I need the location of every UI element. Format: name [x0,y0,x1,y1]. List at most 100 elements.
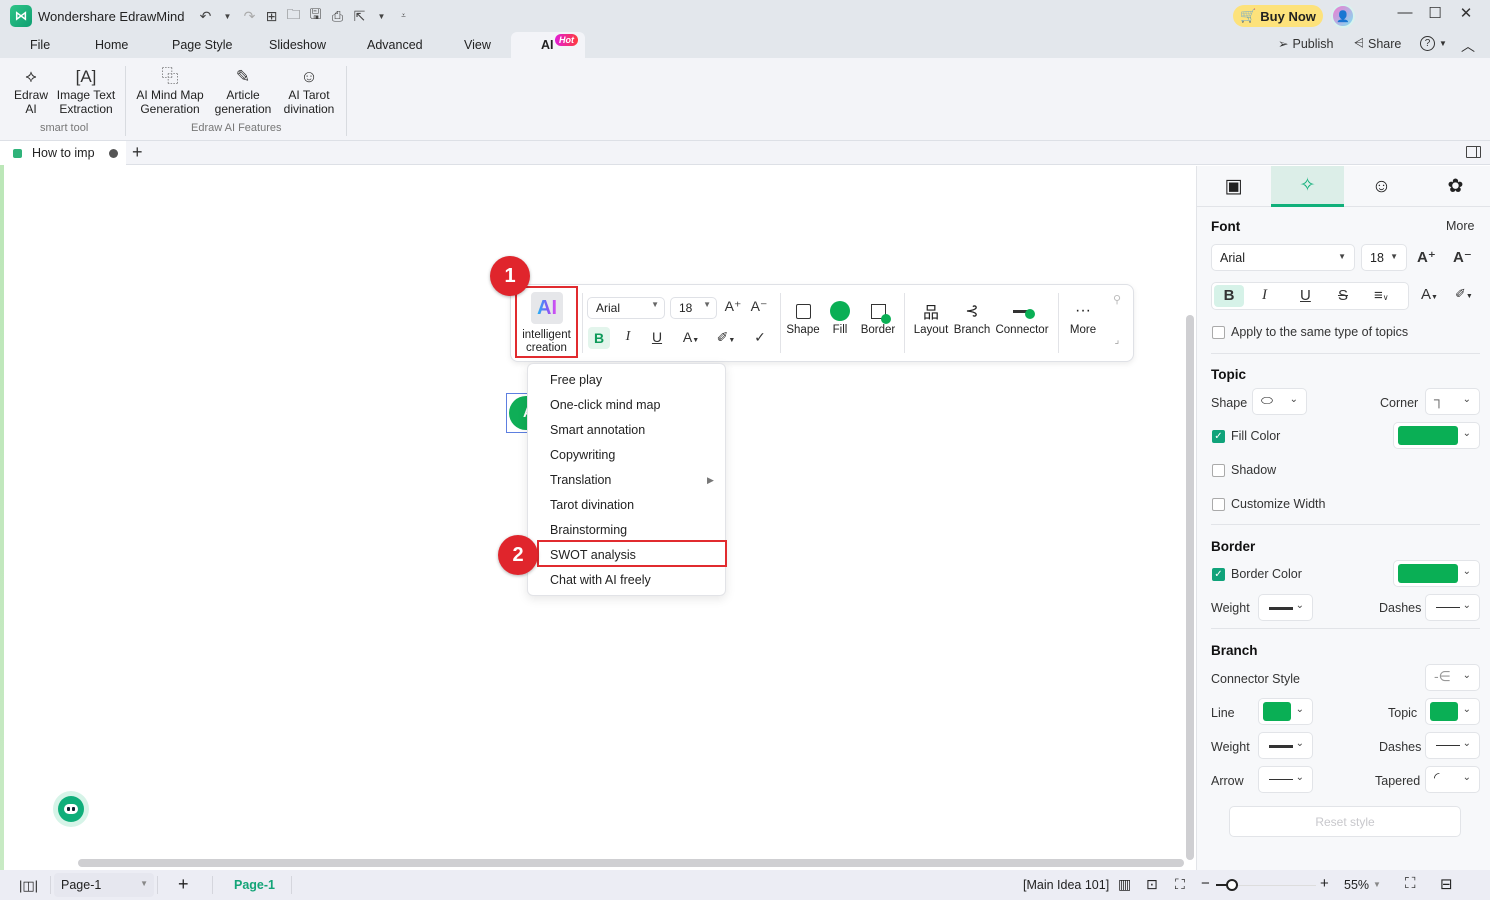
zoom-in-button[interactable]: + [1320,875,1329,892]
menu-item-brainstorming[interactable]: Brainstorming [550,523,627,537]
reset-style-button[interactable]: Reset style [1229,806,1461,837]
new-icon[interactable]: ⊞ [264,8,278,25]
menu-item-translation[interactable]: Translation [550,473,611,487]
fit-width-icon[interactable]: ⊟ [1440,875,1453,893]
minimize-button[interactable]: — [1390,4,1420,21]
ai-mind-map-generation-button[interactable]: ⿻ AI Mind Map Generation [133,66,207,116]
italic-button[interactable]: I [618,329,638,345]
format-painter-icon[interactable]: ✓ [750,329,770,346]
collapse-ribbon-icon[interactable]: ︿ [1461,36,1475,56]
edraw-ai-button[interactable]: ⟡ Edraw AI [13,66,49,116]
panel-font-family-select[interactable]: Arial ▼ [1211,244,1355,271]
panel-font-size-select[interactable]: 18 ▼ [1361,244,1407,271]
vertical-scrollbar[interactable] [1186,315,1194,860]
panel-italic-button[interactable]: I [1262,287,1267,304]
topic-corner-select[interactable]: ┐ ⌄ [1425,388,1480,415]
branch-dashes-select[interactable]: ⌄ [1425,732,1480,759]
tapered-select[interactable]: ◜ ⌄ [1425,766,1480,793]
ai-tarot-divination-button[interactable]: ☺ AI Tarot divination [280,66,338,116]
border-color-checkbox[interactable]: ✓ [1212,568,1225,581]
fit-screen-icon[interactable]: ⛶ [1175,876,1185,893]
topic-color-picker[interactable]: ⌄ [1425,698,1480,725]
add-tab-button[interactable]: + [132,142,143,163]
collapse-toolbar-icon[interactable]: ⌟ [1107,335,1127,346]
panel-align-button[interactable]: ≡∨ [1374,287,1389,304]
shadow-checkbox[interactable] [1212,464,1225,477]
font-family-select[interactable]: Arial ▼ [587,297,665,319]
menu-item-copywriting[interactable]: Copywriting [550,448,615,462]
panel-strikethrough-button[interactable]: S [1338,287,1348,304]
article-generation-button[interactable]: ✎ Article generation [213,66,273,116]
fill-color-checkbox[interactable]: ✓ [1212,430,1225,443]
font-size-select[interactable]: 18 ▼ [670,297,717,319]
bold-button[interactable]: B [588,327,610,349]
save-icon[interactable]: 🖫 [308,4,322,28]
zoom-out-button[interactable]: − [1201,875,1210,892]
panel-decrease-font-icon[interactable]: A⁻ [1453,248,1472,266]
menu-advanced[interactable]: Advanced [367,38,423,52]
line-color-picker[interactable]: ⌄ [1258,698,1313,725]
panel-increase-font-icon[interactable]: A⁺ [1417,248,1436,266]
horizontal-scrollbar[interactable] [78,859,1184,867]
page-select[interactable]: Page-1 ▼ [54,873,154,897]
ai-assistant-button[interactable] [53,791,89,827]
export-icon[interactable]: ⇱ [352,8,366,25]
undo-icon[interactable]: ↶ [198,8,212,25]
border-tool[interactable]: Border [859,298,897,336]
menu-view[interactable]: View [464,38,491,52]
menu-page-style[interactable]: Page Style [172,38,232,52]
underline-button[interactable]: U [647,329,667,345]
border-dashes-select[interactable]: ⌄ [1425,594,1480,621]
theme-icon[interactable]: ✿ [1419,166,1490,207]
avatar[interactable]: 👤 [1331,4,1355,28]
layout-tool[interactable]: 品 Layout [912,298,950,336]
menu-item-free-play[interactable]: Free play [550,373,602,387]
zoom-slider[interactable] [1232,885,1316,886]
panel-toggle-icon[interactable] [1466,146,1481,158]
more-tool[interactable]: ··· More [1066,298,1100,336]
shape-tool[interactable]: Shape [785,298,821,336]
branch-weight-select[interactable]: ⌄ [1258,732,1313,759]
emoji-icon[interactable]: ☺ [1345,166,1418,207]
menu-item-tarot-divination[interactable]: Tarot divination [550,498,634,512]
buy-now-button[interactable]: 🛒 Buy Now [1233,5,1323,27]
panel-highlight-button[interactable]: ✐▼ [1455,286,1473,302]
add-page-button[interactable]: + [178,874,189,895]
page-panel-icon[interactable]: |◫| [19,878,38,894]
menu-item-smart-annotation[interactable]: Smart annotation [550,423,645,437]
highlight-button[interactable]: ✐▼ [713,329,739,346]
fill-color-picker[interactable]: ⌄ [1393,422,1480,449]
redo-icon[interactable]: ↷ [242,8,256,25]
border-color-picker[interactable]: ⌄ [1393,560,1480,587]
connector-style-select[interactable]: -∈ ⌄ [1425,664,1480,691]
zoom-slider-handle[interactable] [1226,879,1238,891]
undo-dropdown-icon[interactable]: ▼ [220,12,234,21]
menu-slideshow[interactable]: Slideshow [269,38,326,52]
help-button[interactable]: ? ▼ [1420,36,1447,51]
panel-bold-button[interactable]: B [1214,285,1244,307]
print-icon[interactable]: ⎙ [330,8,344,25]
zoom-level[interactable]: 55% [1344,878,1369,892]
document-tab[interactable]: How to imp [0,141,126,165]
connector-tool[interactable]: Connector [994,298,1050,336]
book-view-icon[interactable]: ▥ [1118,876,1131,893]
style-sparkle-icon[interactable]: ✧ [1271,166,1344,207]
zoom-dropdown-icon[interactable]: ▼ [1373,880,1381,889]
decrease-font-icon[interactable]: A⁻ [749,298,769,315]
menu-item-one-click-mind-map[interactable]: One-click mind map [550,398,660,412]
increase-font-icon[interactable]: A⁺ [723,298,743,315]
close-button[interactable]: ✕ [1451,4,1481,22]
font-color-button[interactable]: A▼ [678,329,704,345]
menu-ai[interactable]: AI Hot [511,32,585,58]
apply-same-type-checkbox[interactable] [1212,326,1225,339]
pin-icon[interactable]: ⚲ [1107,293,1127,306]
arrow-select[interactable]: ⌄ [1258,766,1313,793]
fit-page-icon[interactable]: ⊡ [1146,876,1158,893]
share-button[interactable]: ⩤ Share [1354,36,1401,51]
page-tab-active[interactable]: Page-1 [234,878,275,892]
fill-tool[interactable]: Fill [827,298,853,336]
menu-home[interactable]: Home [95,38,128,52]
page-format-icon[interactable]: ▣ [1197,166,1270,207]
fullscreen-icon[interactable]: ⛶ [1405,875,1416,892]
border-weight-select[interactable]: ⌄ [1258,594,1313,621]
